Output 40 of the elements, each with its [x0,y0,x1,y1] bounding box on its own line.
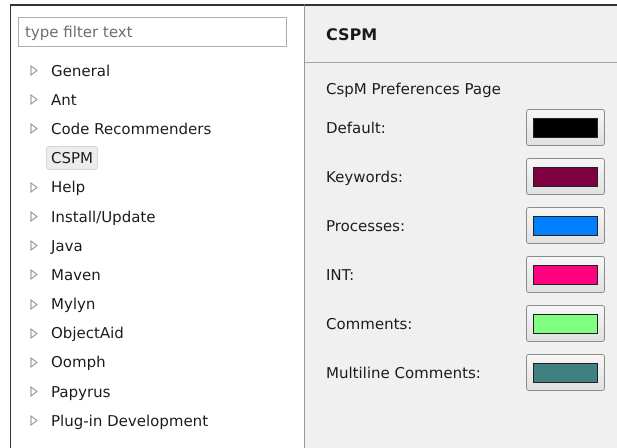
expand-arrow-icon[interactable] [30,94,38,106]
expand-arrow-icon[interactable] [30,386,38,398]
color-picker-button[interactable] [526,158,605,195]
tree-item[interactable]: Mylyn [46,292,100,316]
tree-item[interactable]: Code Recommenders [46,116,216,141]
filter-field[interactable]: type filter text [18,17,287,47]
expand-arrow-icon[interactable] [30,65,38,76]
color-label: Comments: [326,314,412,332]
tree-item[interactable]: Help [46,175,90,200]
tree-item[interactable]: Plug-in Development [46,408,214,433]
expand-arrow-icon[interactable] [30,240,38,252]
color-picker-button[interactable] [526,305,605,342]
expand-arrow-icon[interactable] [30,415,38,426]
color-label: Default: [326,118,386,136]
tree-item[interactable]: Papyrus [46,380,116,404]
expand-arrow-icon[interactable] [30,298,38,310]
page-title: CSPM [326,24,378,44]
page-description: CspM Preferences Page [326,79,502,100]
expand-arrow-icon[interactable] [30,356,38,368]
color-label: Processes: [326,216,405,234]
color-label: Keywords: [326,168,403,186]
tree-item[interactable]: General [46,58,116,83]
color-label: INT: [326,266,354,284]
expand-arrow-icon[interactable] [30,182,38,193]
expand-arrow-icon[interactable] [30,123,38,134]
expand-arrow-icon[interactable] [30,328,38,339]
tree-item[interactable]: Java [46,234,88,258]
expand-arrow-icon[interactable] [30,269,38,280]
color-picker-button[interactable] [526,354,605,391]
tree-item[interactable]: Oomph [46,350,111,374]
tree-item[interactable]: Ant [46,88,82,112]
color-picker-button[interactable] [526,207,605,244]
tree-item[interactable]: Install/Update [46,204,161,229]
tree-item[interactable]: CSPM [46,146,98,170]
color-picker-button[interactable] [526,256,605,293]
color-picker-button[interactable] [526,109,605,146]
tree-item[interactable]: Maven [46,262,106,287]
color-label: Multiline Comments: [326,364,481,382]
expand-arrow-icon[interactable] [30,211,38,222]
tree-item[interactable]: ObjectAid [46,321,129,346]
